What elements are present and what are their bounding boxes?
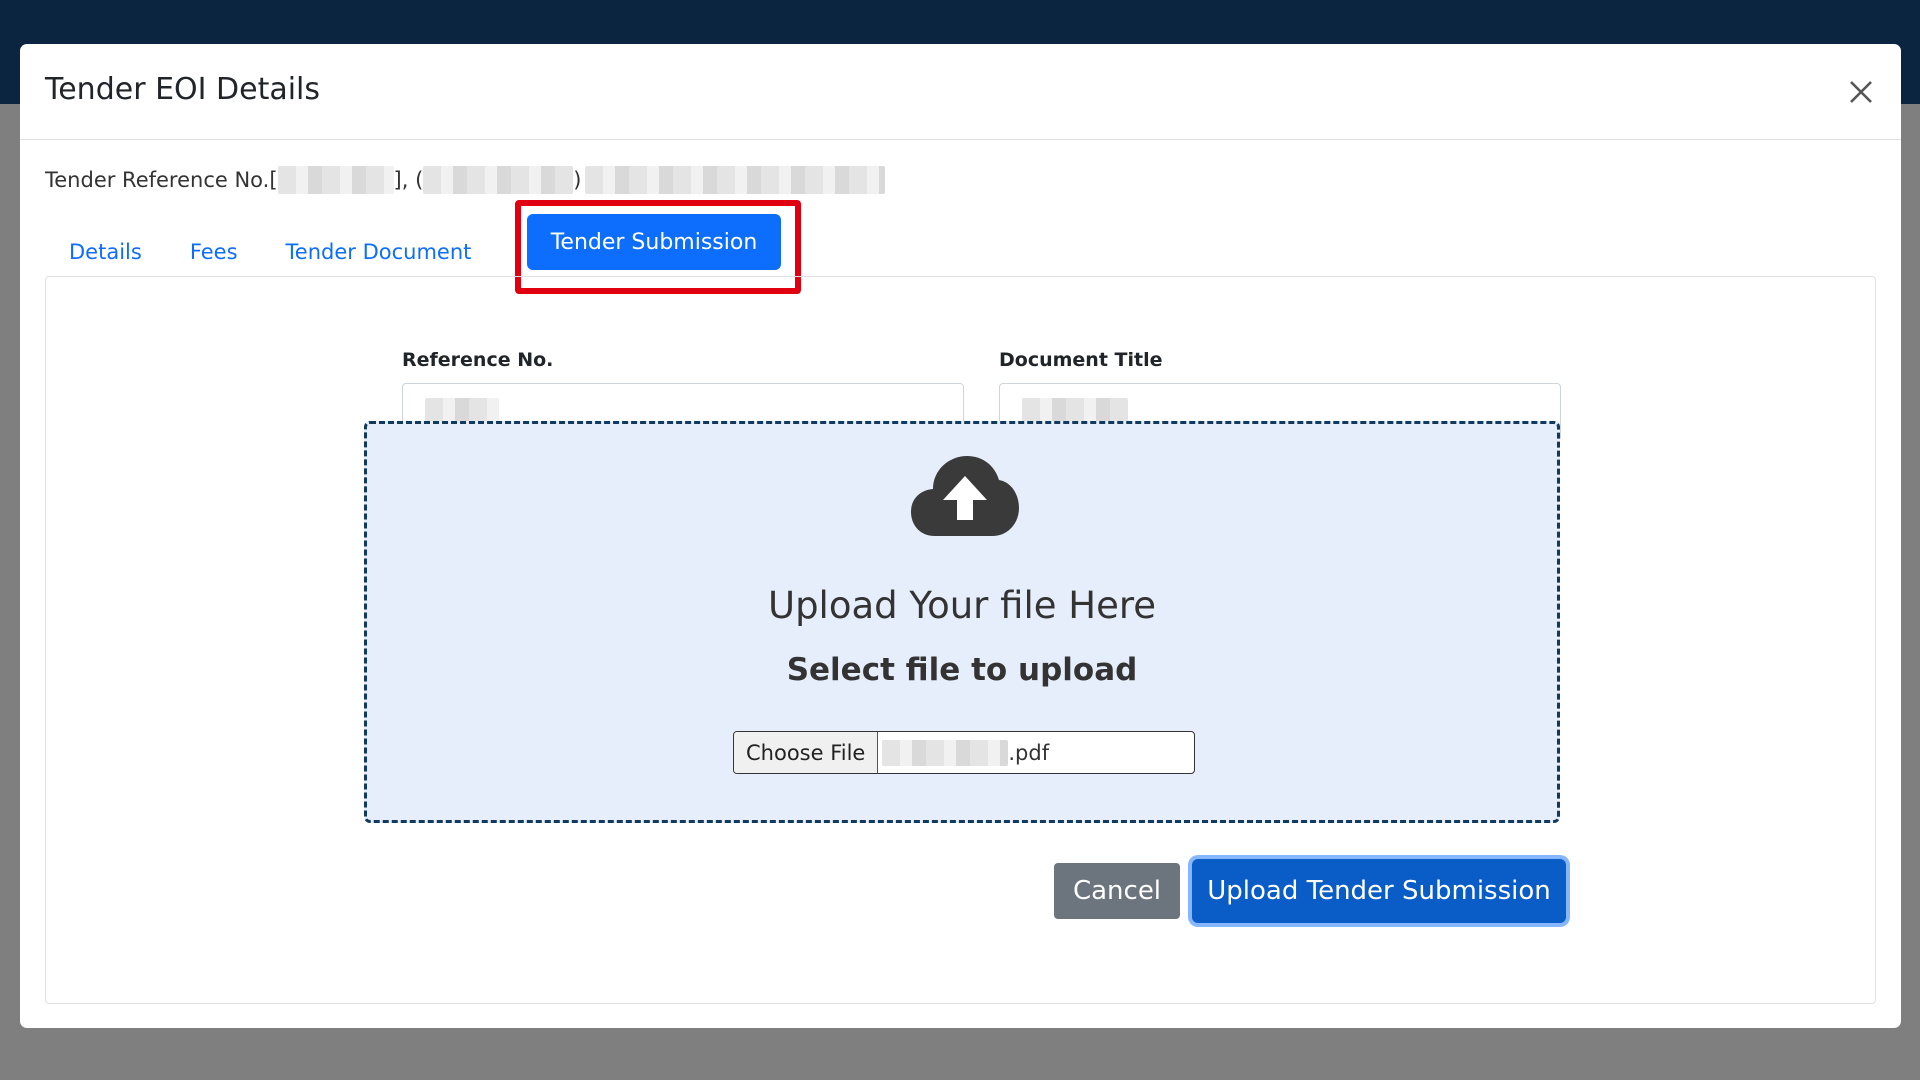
tender-reference-sep2: ): [573, 168, 582, 192]
redacted-code: [423, 166, 574, 194]
cancel-button[interactable]: Cancel: [1054, 863, 1180, 919]
selected-file-name: .pdf: [878, 739, 1050, 766]
redacted-title: [585, 166, 886, 194]
modal-title: Tender EOI Details: [45, 72, 321, 107]
tender-reference-line: Tender Reference No.[ ], ( ): [45, 166, 886, 194]
modal-header: Tender EOI Details: [20, 44, 1901, 140]
tender-eoi-modal: Tender EOI Details Tender Reference No.[…: [20, 44, 1901, 1028]
tab-details[interactable]: Details: [45, 230, 166, 274]
tabs-bar: Details Fees Tender Document Tender Subm…: [45, 200, 801, 294]
tab-fees[interactable]: Fees: [166, 230, 262, 274]
tab-tender-submission[interactable]: Tender Submission: [527, 214, 781, 270]
upload-heading: Upload Your file Here: [767, 584, 1156, 627]
tab-tender-document[interactable]: Tender Document: [262, 230, 496, 274]
tender-reference-sep1: ], (: [393, 168, 424, 192]
redacted-reference: [277, 166, 394, 194]
file-dropzone[interactable]: Upload Your file Here Select file to upl…: [364, 421, 1560, 823]
tender-reference-prefix: Tender Reference No.[: [45, 168, 278, 192]
close-button[interactable]: [1841, 72, 1881, 112]
file-extension: .pdf: [1008, 740, 1050, 765]
tab-content-panel: Reference No. Document Title Upload Your…: [45, 276, 1876, 1004]
upload-tender-submission-button[interactable]: Upload Tender Submission: [1192, 859, 1566, 923]
file-input[interactable]: Choose File .pdf: [733, 731, 1195, 774]
cloud-upload-icon: [911, 456, 1019, 536]
close-icon: [1850, 81, 1872, 103]
reference-no-label: Reference No.: [402, 349, 554, 371]
document-title-label: Document Title: [999, 349, 1163, 371]
upload-subheading: Select file to upload: [786, 652, 1138, 688]
redacted-file-name: [882, 739, 1009, 766]
choose-file-button[interactable]: Choose File: [734, 732, 879, 773]
